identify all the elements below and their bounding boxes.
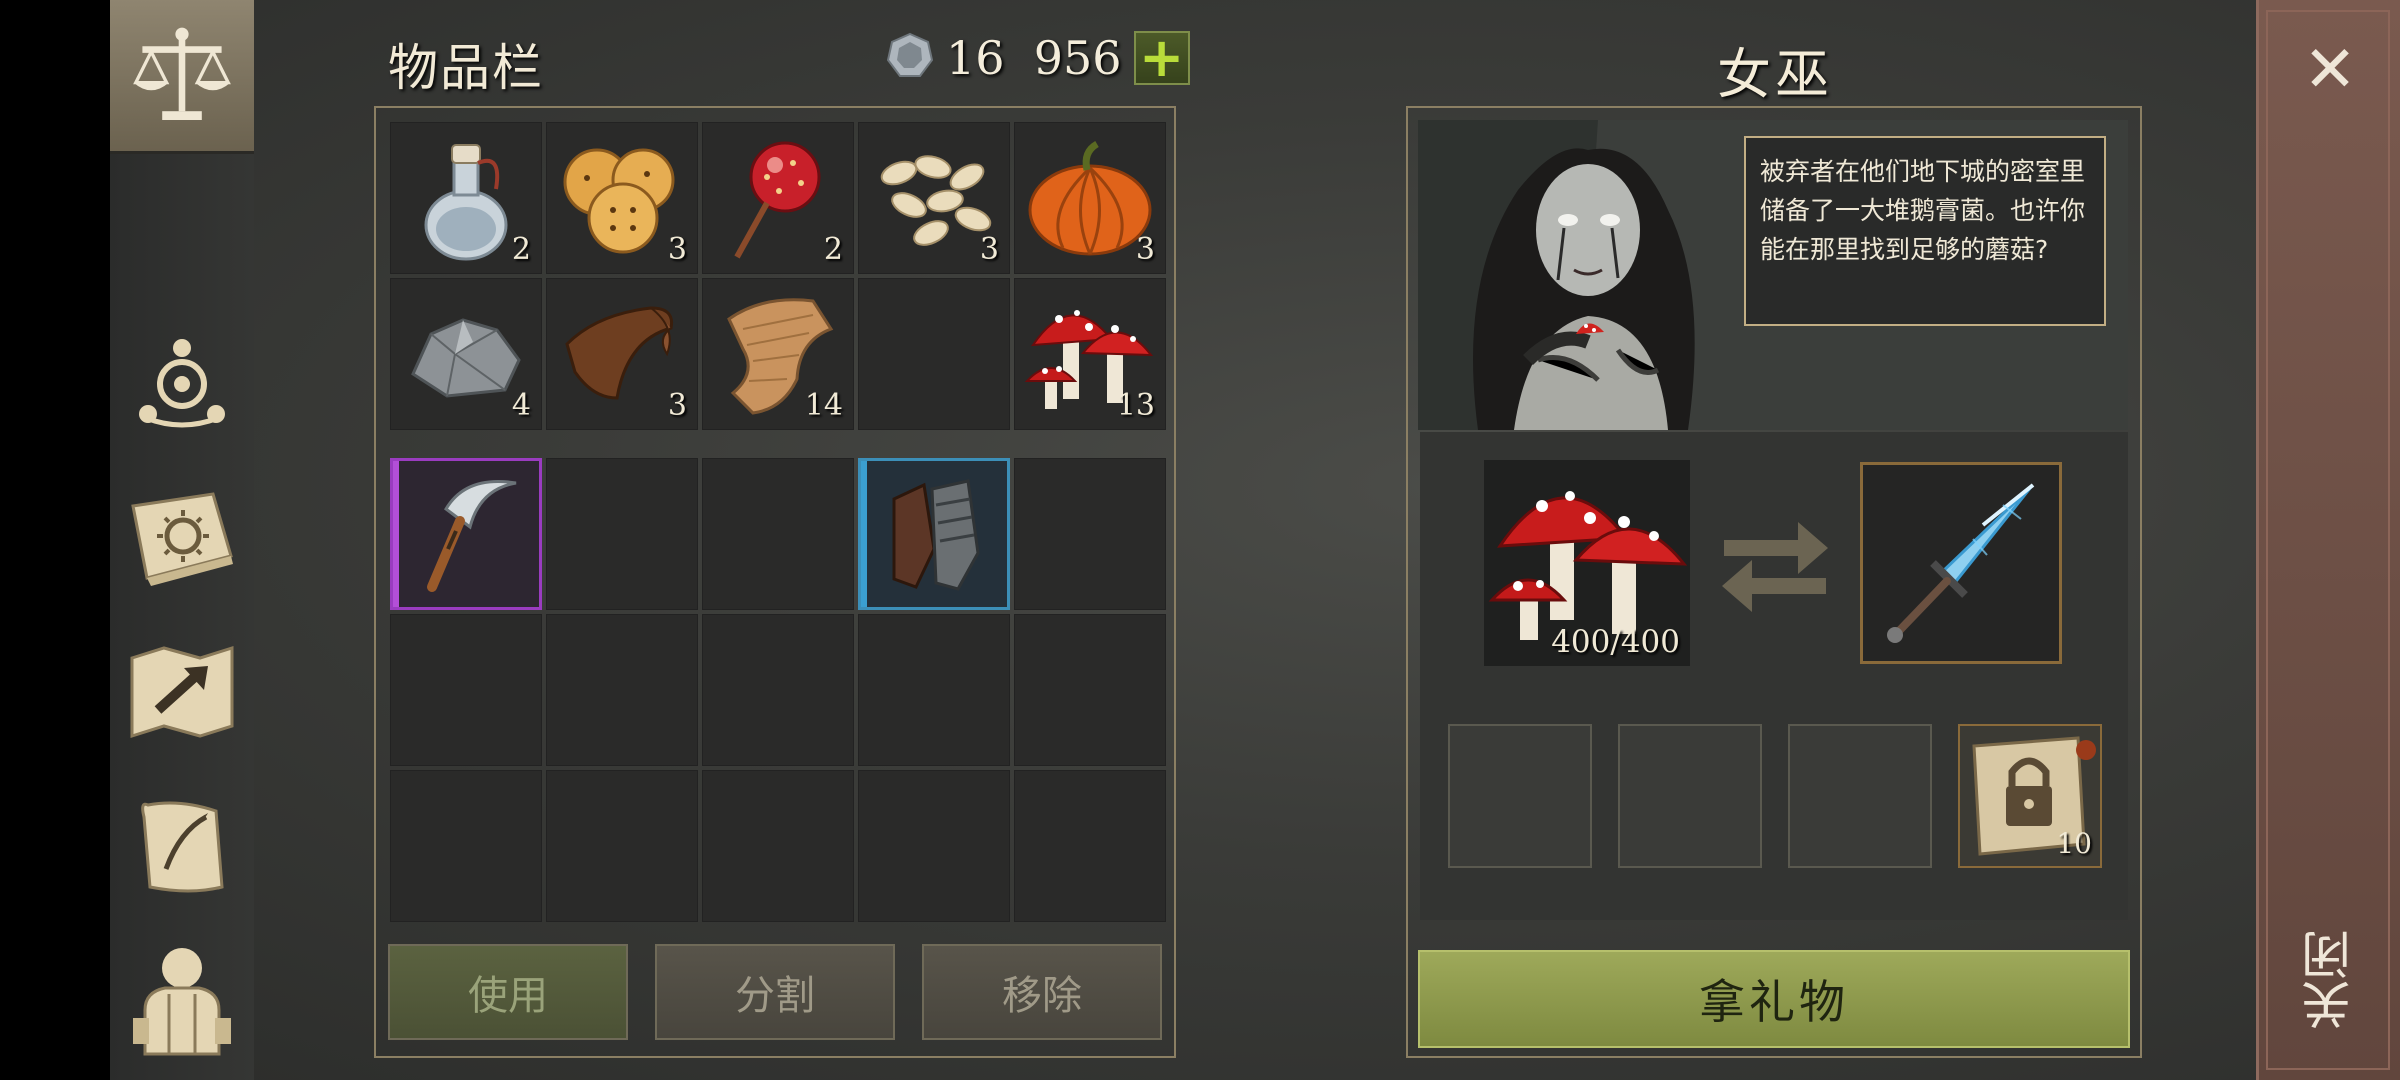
character-icon[interactable] (118, 934, 246, 1062)
skills-book-icon[interactable] (118, 474, 246, 602)
item-count: 2 (511, 232, 531, 267)
inventory-slot[interactable]: 3 (546, 278, 698, 430)
resource-grid: 2 3 2 3 3 4 3 14 13 (390, 122, 1166, 430)
currency-amount: 16 956 (946, 31, 1122, 85)
inventory-slot-empty[interactable] (546, 770, 698, 922)
inventory-slot-rare[interactable] (858, 458, 1010, 610)
scales-icon[interactable] (118, 12, 246, 140)
inventory-slot-empty[interactable] (1014, 770, 1166, 922)
item-count: 3 (667, 388, 687, 423)
gauntlets-icon (892, 479, 980, 591)
item-progress: 400/400 (1551, 624, 1680, 660)
item-count: 10 (2056, 827, 2092, 860)
inventory-slot[interactable]: 3 (1014, 122, 1166, 274)
inventory-slot-empty[interactable] (702, 458, 854, 610)
close-panel-border (2266, 10, 2390, 1070)
inventory-slot-empty[interactable] (390, 614, 542, 766)
take-gift-button[interactable]: 拿礼物 (1418, 950, 2130, 1048)
inventory-slot[interactable]: 3 (858, 122, 1010, 274)
inventory-slot[interactable]: 3 (546, 122, 698, 274)
inventory-slot[interactable]: 2 (390, 122, 542, 274)
quest-scroll-icon[interactable] (118, 782, 246, 910)
screen-edge (0, 0, 110, 1080)
candy-apple-icon (734, 141, 821, 259)
inventory-slot-epic[interactable] (390, 458, 542, 610)
item-count: 3 (979, 232, 999, 267)
equipment-grid (390, 458, 1166, 922)
item-count: 3 (667, 232, 687, 267)
inventory-slot-empty[interactable] (546, 614, 698, 766)
ice-sword-icon (1887, 483, 2035, 643)
extra-reward-slot-empty[interactable] (1788, 724, 1932, 868)
water-flask-icon (424, 144, 508, 261)
sickle-icon (427, 479, 517, 592)
extra-reward-slot[interactable]: 10 (1958, 724, 2102, 868)
inventory-slot-empty[interactable] (546, 458, 698, 610)
inventory-slot-empty[interactable] (702, 770, 854, 922)
extra-reward-slot-empty[interactable] (1448, 724, 1592, 868)
reward-item-slot[interactable] (1860, 462, 2062, 664)
item-count: 3 (1135, 232, 1155, 267)
remove-button[interactable]: 移除 (922, 944, 1162, 1040)
inventory-slot[interactable]: 13 (1014, 278, 1166, 430)
close-icon[interactable]: ✕ (2298, 38, 2362, 102)
inventory-slot-empty[interactable] (858, 278, 1010, 430)
inventory-slot[interactable]: 4 (390, 278, 542, 430)
close-button-label[interactable]: 关闭 (2290, 920, 2370, 1040)
inventory-title: 物品栏 (388, 39, 544, 97)
extra-reward-slot-empty[interactable] (1618, 724, 1762, 868)
item-count: 4 (511, 388, 531, 423)
inventory-slot[interactable]: 14 (702, 278, 854, 430)
inventory-slot-empty[interactable] (390, 770, 542, 922)
split-button[interactable]: 分割 (655, 944, 895, 1040)
inventory-slot-empty[interactable] (1014, 458, 1166, 610)
inventory-slot-empty[interactable] (1014, 614, 1166, 766)
inventory-slot-empty[interactable] (858, 614, 1010, 766)
add-currency-button[interactable]: + (1133, 31, 1190, 85)
inventory-slot-empty[interactable] (858, 770, 1010, 922)
use-button[interactable]: 使用 (388, 944, 628, 1040)
item-count: 13 (1116, 388, 1155, 423)
required-item-slot[interactable]: 400/400 (1484, 460, 1690, 666)
exchange-arrows-icon (1718, 514, 1832, 614)
item-count: 14 (804, 388, 843, 423)
npc-title: 女巫 (1717, 43, 1833, 106)
map-icon[interactable] (118, 628, 246, 756)
inventory-slot[interactable]: 2 (702, 122, 854, 274)
currency-display: 16 956 + (886, 28, 1190, 88)
npc-dialogue: 被弃者在他们地下城的密室里储备了一大堆鹅膏菌。也许你能在那里找到足够的蘑菇? (1744, 136, 2106, 326)
item-count: 2 (823, 232, 843, 267)
coin-icon (886, 32, 934, 84)
crafting-icon[interactable] (118, 318, 246, 446)
inventory-slot-empty[interactable] (702, 614, 854, 766)
